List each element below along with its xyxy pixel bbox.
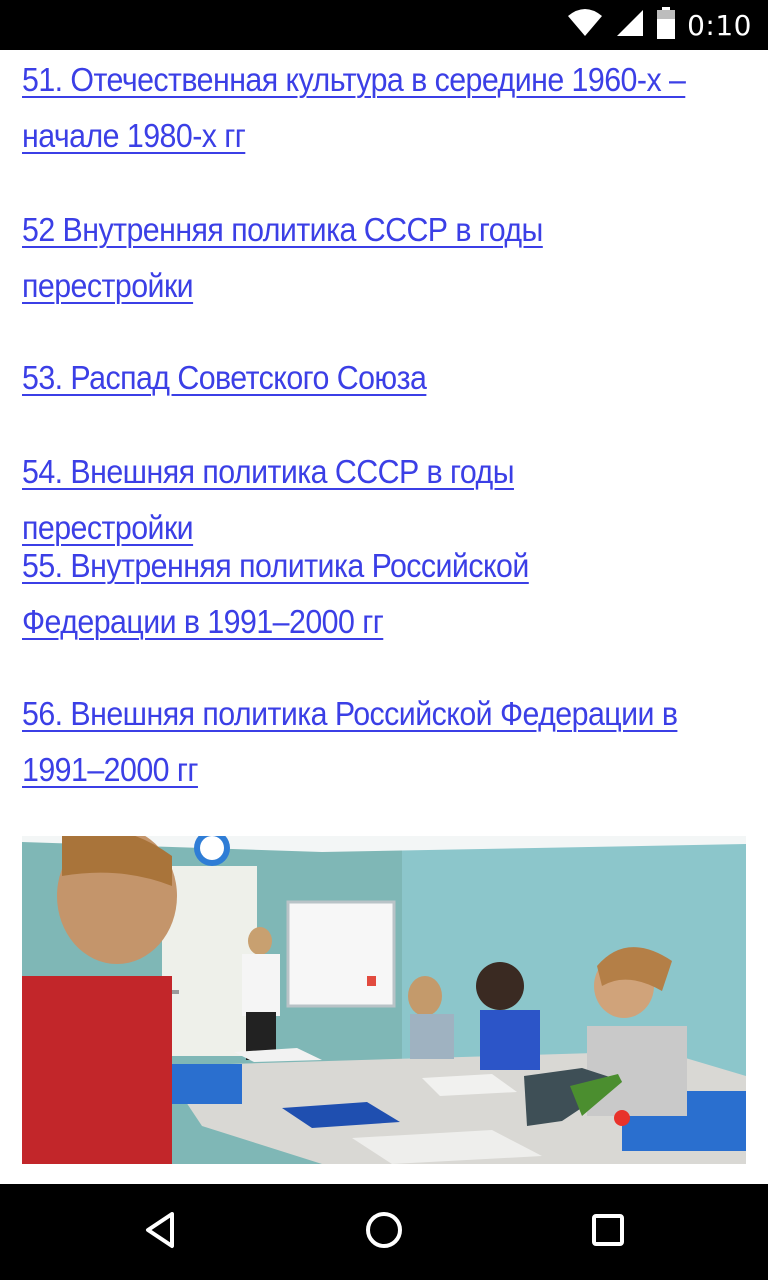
status-time: 0:10 xyxy=(687,8,752,42)
recents-icon xyxy=(588,1210,628,1255)
home-icon xyxy=(364,1210,404,1255)
navigation-bar xyxy=(0,1184,768,1280)
wifi-icon xyxy=(567,8,603,43)
status-icons: 0:10 xyxy=(567,0,752,50)
battery-icon xyxy=(657,6,676,44)
topic-link-55[interactable]: 55. Внутренняя политика Российской Федер… xyxy=(22,538,690,650)
back-icon xyxy=(140,1210,180,1255)
recents-button[interactable] xyxy=(580,1204,636,1260)
cell-signal-icon xyxy=(615,8,645,43)
page-content: 51. Отечественная культура в середине 19… xyxy=(0,50,768,1184)
topic-link-53[interactable]: 53. Распад Советского Союза xyxy=(22,350,690,406)
topic-link-52[interactable]: 52 Внутренняя политика СССР в годы перес… xyxy=(22,202,690,314)
home-button[interactable] xyxy=(356,1204,412,1260)
back-button[interactable] xyxy=(132,1204,188,1260)
topic-link-51[interactable]: 51. Отечественная культура в середине 19… xyxy=(22,52,690,164)
status-bar: 0:10 xyxy=(0,0,768,50)
topic-link-56[interactable]: 56. Внешняя политика Российской Федераци… xyxy=(22,686,690,798)
classroom-photo xyxy=(22,836,746,1164)
